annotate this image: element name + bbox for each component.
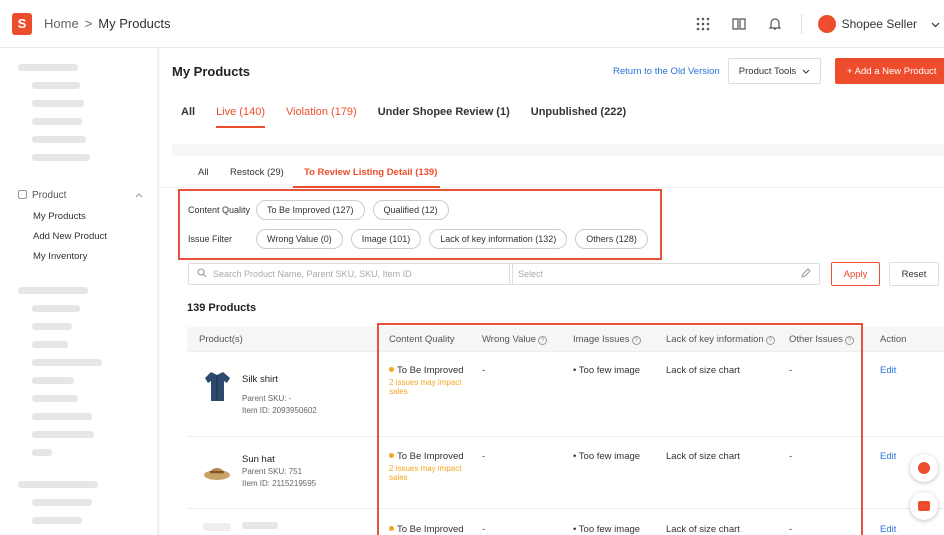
main-content: My Products Return to the Old Version Pr… — [160, 48, 944, 535]
chip-wrong-value[interactable]: Wrong Value (0) — [256, 229, 343, 249]
header-products: Product(s) — [199, 334, 243, 345]
sidebar: Product My Products Add New Product My I… — [0, 48, 158, 535]
issue-columns-highlight-box — [377, 323, 863, 535]
product-meta: Parent SKU: 751 Item ID: 2115219595 — [242, 467, 317, 488]
chip-qualified[interactable]: Qualified (12) — [372, 200, 449, 220]
assistant-icon — [918, 462, 930, 474]
sidebar-blurred-section — [0, 267, 157, 471]
search-icon — [197, 268, 207, 280]
sidebar-item-my-products[interactable]: My Products — [0, 207, 157, 227]
product-icon — [18, 190, 27, 199]
edit-link[interactable]: Edit — [880, 524, 896, 535]
bell-icon[interactable] — [765, 14, 785, 34]
seller-account-menu[interactable]: Shopee Seller — [817, 15, 940, 33]
issue-filter-label: Issue Filter — [188, 234, 233, 244]
tabs-separator — [172, 144, 944, 156]
edit-pencil-icon — [801, 268, 811, 280]
blurred-thumbnail — [203, 523, 231, 531]
product-thumbnail-shirt[interactable] — [203, 370, 231, 402]
chevron-down-icon — [802, 66, 810, 77]
header-action: Action — [880, 334, 907, 345]
content-quality-label: Content Quality — [188, 205, 251, 215]
edit-link[interactable]: Edit — [880, 451, 896, 462]
select-dropdown[interactable]: Select — [509, 263, 820, 285]
edit-link[interactable]: Edit — [880, 365, 896, 376]
sidebar-blurred-section — [0, 471, 157, 535]
sub-tabs: All Restock (29) To Review Listing Detai… — [160, 156, 944, 188]
subtab-restock[interactable]: Restock (29) — [230, 167, 284, 178]
products-card: My Products Return to the Old Version Pr… — [160, 48, 944, 535]
product-name[interactable]: Sun hat — [242, 454, 275, 465]
tab-all[interactable]: All — [181, 106, 195, 128]
sidebar-blurred-section — [0, 48, 157, 176]
breadcrumb-separator: > — [84, 16, 93, 31]
chevron-down-icon — [931, 17, 940, 31]
apps-grid-icon[interactable] — [693, 14, 713, 34]
sidebar-section-product[interactable]: Product — [0, 176, 157, 207]
chip-to-be-improved[interactable]: To Be Improved (127) — [256, 200, 365, 220]
chip-others[interactable]: Others (128) — [575, 229, 648, 249]
apply-button[interactable]: Apply — [831, 262, 880, 286]
sidebar-item-my-inventory[interactable]: My Inventory — [0, 247, 157, 267]
reset-button[interactable]: Reset — [889, 262, 939, 286]
chip-lack-of-key-info[interactable]: Lack of key information (132) — [429, 229, 568, 249]
tab-unpublished[interactable]: Unpublished (222) — [531, 106, 626, 128]
tab-under-review[interactable]: Under Shopee Review (1) — [378, 106, 510, 128]
filter-highlight-box: Content Quality To Be Improved (127) Qua… — [178, 189, 662, 260]
book-icon[interactable] — [729, 14, 749, 34]
avatar — [817, 15, 836, 33]
product-thumbnail-hat[interactable] — [203, 455, 231, 487]
subtab-to-review-listing[interactable]: To Review Listing Detail (139) — [304, 167, 437, 178]
blurred-product-name — [242, 522, 278, 529]
breadcrumb: Home > My Products — [44, 16, 171, 31]
breadcrumb-home[interactable]: Home — [44, 16, 79, 31]
product-name[interactable]: Silk shirt — [242, 374, 278, 385]
chevron-up-icon — [135, 190, 143, 201]
search-placeholder: Search Product Name, Parent SKU, SKU, It… — [213, 269, 412, 279]
add-new-product-button[interactable]: + Add a New Product — [835, 58, 944, 84]
chat-icon — [918, 501, 930, 511]
subtab-all[interactable]: All — [198, 167, 209, 178]
return-old-version-link[interactable]: Return to the Old Version — [613, 66, 720, 77]
issue-filter-row: Issue Filter Wrong Value (0) Image (101)… — [188, 229, 656, 249]
product-tools-button[interactable]: Product Tools — [728, 58, 821, 84]
sidebar-item-add-new-product[interactable]: Add New Product — [0, 227, 157, 247]
floating-assistant-button[interactable] — [910, 454, 938, 482]
tab-violation[interactable]: Violation (179) — [286, 106, 357, 128]
page-title: My Products — [172, 64, 251, 79]
search-input[interactable]: Search Product Name, Parent SKU, SKU, It… — [188, 263, 513, 285]
top-bar: S Home > My Products Shopee Seller — [0, 0, 944, 48]
chip-image[interactable]: Image (101) — [350, 229, 422, 249]
divider — [800, 14, 802, 34]
product-meta: Parent SKU: - Item ID: 2093950602 — [242, 394, 317, 415]
products-count: 139 Products — [187, 302, 257, 314]
status-tabs: All Live (140) Violation (179) Under Sho… — [181, 106, 626, 128]
shopee-logo[interactable]: S — [12, 12, 32, 35]
tab-live[interactable]: Live (140) — [216, 106, 265, 128]
active-subtab-underline — [293, 186, 440, 188]
content-quality-filter-row: Content Quality To Be Improved (127) Qua… — [188, 200, 457, 220]
floating-chat-button[interactable] — [910, 492, 938, 520]
breadcrumb-current: My Products — [98, 16, 171, 31]
seller-name: Shopee Seller — [841, 17, 917, 31]
